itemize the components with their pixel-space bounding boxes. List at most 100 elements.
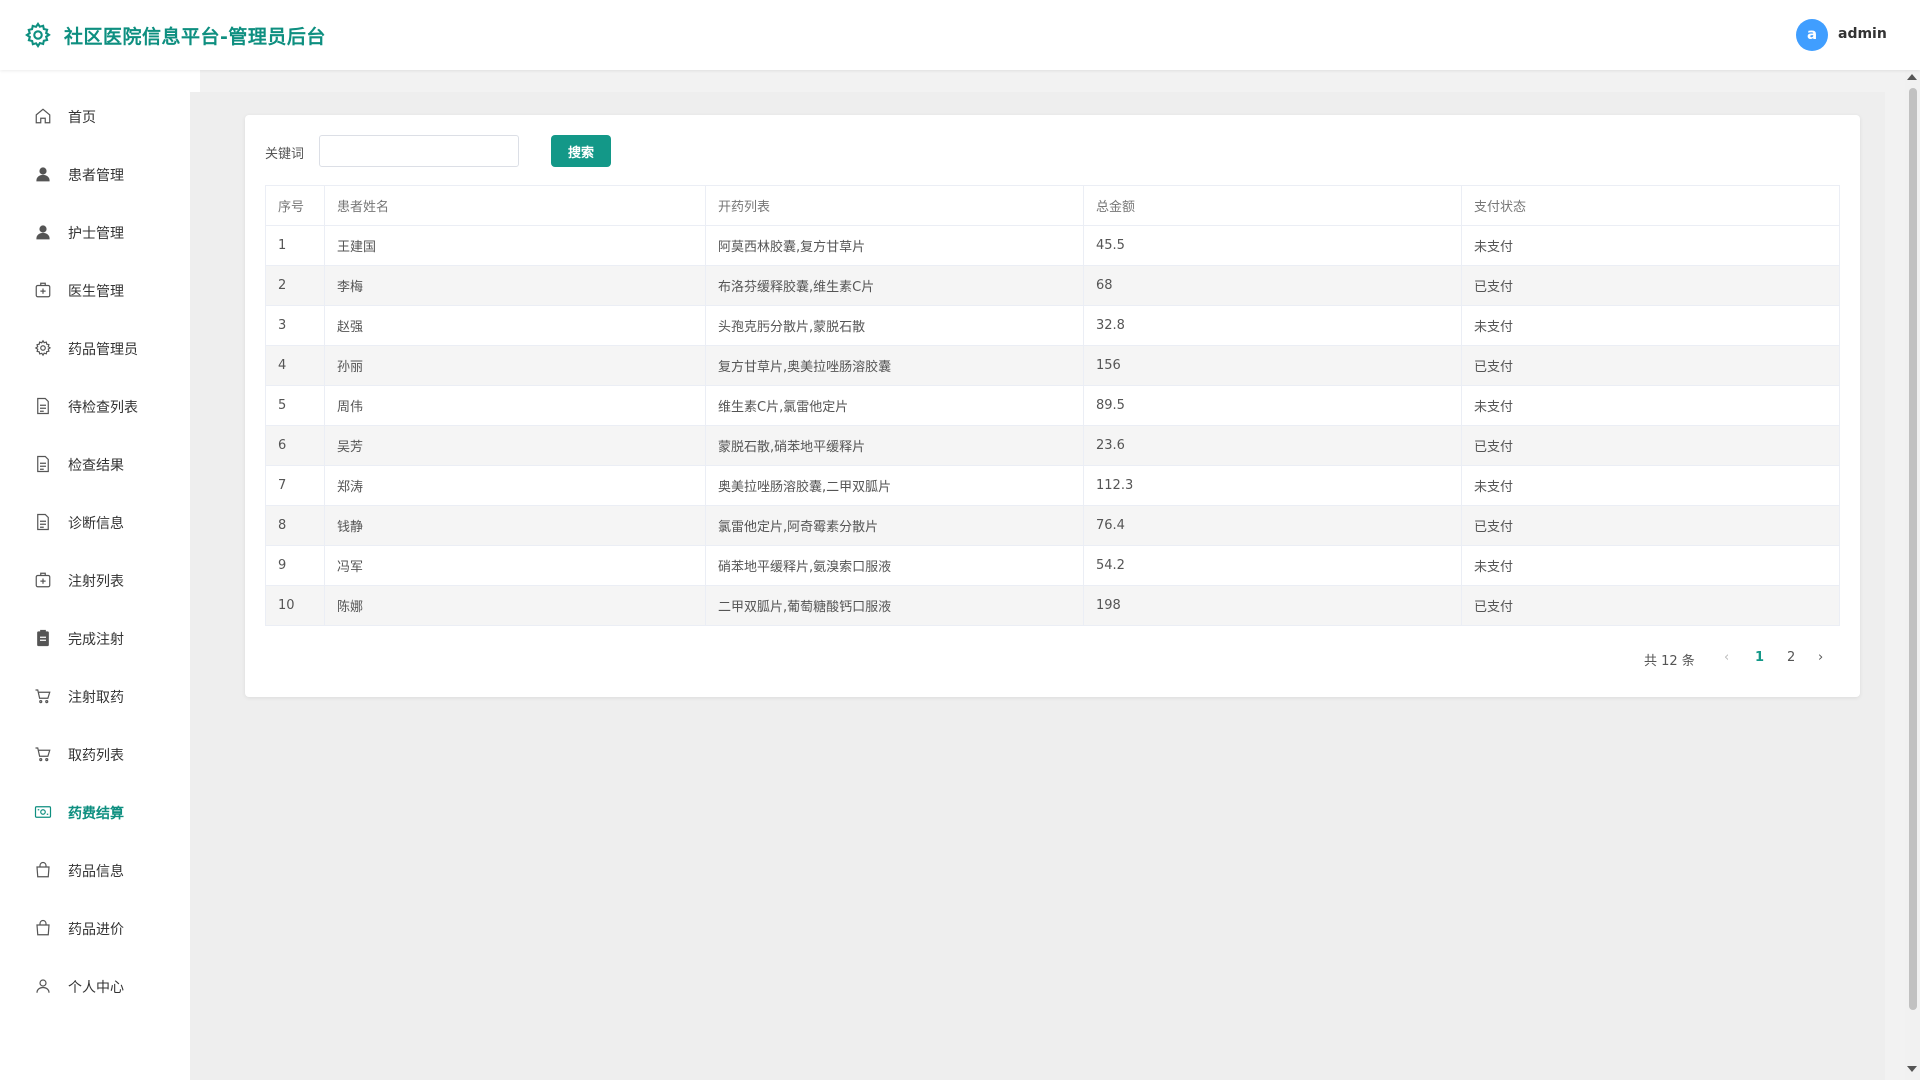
sidebar-item-8[interactable]: 诊断信息 bbox=[0, 502, 200, 542]
scroll-up-arrow-icon[interactable] bbox=[1907, 74, 1917, 80]
table-cell: 未支付 bbox=[1461, 545, 1840, 586]
table-cell: 王建国 bbox=[324, 225, 706, 266]
table-cell: 54.2 bbox=[1083, 545, 1462, 586]
table-row[interactable]: 2 李梅 布洛芬缓释胶囊,维生素C片 68 已支付 bbox=[265, 265, 1840, 306]
sidebar-item-label: 注射取药 bbox=[68, 690, 124, 706]
column-header-index: 序号 bbox=[265, 185, 325, 226]
document-icon bbox=[37, 397, 49, 415]
username-label[interactable]: admin bbox=[1838, 26, 1887, 42]
table-cell: 头孢克肟分散片,蒙脱石散 bbox=[705, 305, 1084, 346]
first-aid-kit-icon bbox=[35, 282, 51, 298]
column-header-prescriptions: 开药列表 bbox=[705, 185, 1084, 226]
user-filled-icon bbox=[36, 225, 50, 240]
sidebar-item-11[interactable]: 注射取药 bbox=[0, 676, 200, 716]
sidebar-item-2[interactable]: 患者管理 bbox=[0, 154, 200, 194]
table-cell: 5 bbox=[265, 385, 325, 426]
sidebar-item-15[interactable]: 药品进价 bbox=[0, 908, 200, 948]
table-cell: 已支付 bbox=[1461, 265, 1840, 306]
sidebar-item-label: 医生管理 bbox=[68, 284, 124, 300]
gear-icon bbox=[34, 339, 52, 357]
scrollbar-thumb[interactable] bbox=[1909, 88, 1917, 1010]
sidebar-item-label: 患者管理 bbox=[68, 168, 124, 184]
sidebar-item-label: 取药列表 bbox=[68, 748, 124, 764]
pagination-prev-icon[interactable]: ‹ bbox=[1724, 650, 1729, 665]
sidebar-item-label: 注射列表 bbox=[68, 574, 124, 590]
table-cell: 奥美拉唑肠溶胶囊,二甲双胍片 bbox=[705, 465, 1084, 506]
document-icon bbox=[37, 455, 49, 473]
table-cell: 已支付 bbox=[1461, 345, 1840, 386]
billing-table: 序号 患者姓名 开药列表 总金额 支付状态 1 王建国 阿莫西林胶囊,复方甘草片 45… bbox=[265, 185, 1840, 626]
table-cell: 未支付 bbox=[1461, 385, 1840, 426]
table-cell: 89.5 bbox=[1083, 385, 1462, 426]
table-cell: 198 bbox=[1083, 585, 1462, 626]
sidebar-item-5[interactable]: 药品管理员 bbox=[0, 328, 200, 368]
column-header-patient: 患者姓名 bbox=[324, 185, 706, 226]
table-row[interactable]: 3 赵强 头孢克肟分散片,蒙脱石散 32.8 未支付 bbox=[265, 305, 1840, 346]
bag-icon bbox=[36, 861, 50, 878]
sidebar-item-13[interactable]: 药费结算 bbox=[0, 792, 200, 832]
sidebar-item-7[interactable]: 检查结果 bbox=[0, 444, 200, 484]
table-row[interactable]: 5 周伟 维生素C片,氯雷他定片 89.5 未支付 bbox=[265, 385, 1840, 426]
pagination-page-2[interactable]: 2 bbox=[1787, 650, 1795, 665]
column-header-payment-status: 支付状态 bbox=[1461, 185, 1840, 226]
sidebar-item-label: 诊断信息 bbox=[68, 516, 124, 532]
sidebar-item-1[interactable]: 首页 bbox=[0, 96, 200, 136]
table-row[interactable]: 1 王建国 阿莫西林胶囊,复方甘草片 45.5 未支付 bbox=[265, 225, 1840, 266]
sidebar-item-12[interactable]: 取药列表 bbox=[0, 734, 200, 774]
table-cell: 156 bbox=[1083, 345, 1462, 386]
sidebar-item-16[interactable]: 个人中心 bbox=[0, 966, 200, 1006]
table-cell: 2 bbox=[265, 265, 325, 306]
table-row[interactable]: 7 郑涛 奥美拉唑肠溶胶囊,二甲双胍片 112.3 未支付 bbox=[265, 465, 1840, 506]
sidebar-item-label: 待检查列表 bbox=[68, 400, 138, 416]
avatar[interactable]: a bbox=[1796, 19, 1828, 51]
table-row[interactable]: 10 陈娜 二甲双胍片,葡萄糖酸钙口服液 198 已支付 bbox=[265, 585, 1840, 626]
table-cell: 二甲双胍片,葡萄糖酸钙口服液 bbox=[705, 585, 1084, 626]
table-cell: 68 bbox=[1083, 265, 1462, 306]
table-cell: 32.8 bbox=[1083, 305, 1462, 346]
home-icon bbox=[35, 108, 51, 124]
table-cell: 23.6 bbox=[1083, 425, 1462, 466]
bag-icon bbox=[36, 919, 50, 936]
table-cell: 已支付 bbox=[1461, 585, 1840, 626]
table-cell: 阿莫西林胶囊,复方甘草片 bbox=[705, 225, 1084, 266]
sidebar-menu: 首页患者管理护士管理医生管理药品管理员待检查列表检查结果诊断信息注射列表完成注射… bbox=[0, 70, 200, 1080]
keyword-label: 关键词 bbox=[265, 147, 305, 162]
money-icon bbox=[34, 806, 52, 818]
app-title: 社区医院信息平台-管理员后台 bbox=[64, 26, 326, 48]
table-cell: 45.5 bbox=[1083, 225, 1462, 266]
table-cell: 未支付 bbox=[1461, 305, 1840, 346]
table-cell: 冯军 bbox=[324, 545, 706, 586]
table-cell: 陈娜 bbox=[324, 585, 706, 626]
gear-logo-icon bbox=[25, 22, 51, 49]
table-cell: 李梅 bbox=[324, 265, 706, 306]
table-row[interactable]: 9 冯军 硝苯地平缓释片,氨溴索口服液 54.2 未支付 bbox=[265, 545, 1840, 586]
table-cell: 7 bbox=[265, 465, 325, 506]
table-cell: 已支付 bbox=[1461, 425, 1840, 466]
table-row[interactable]: 6 吴芳 蒙脱石散,硝苯地平缓释片 23.6 已支付 bbox=[265, 425, 1840, 466]
sidebar-item-label: 药费结算 bbox=[68, 806, 124, 822]
sidebar-item-10[interactable]: 完成注射 bbox=[0, 618, 200, 658]
table-cell: 维生素C片,氯雷他定片 bbox=[705, 385, 1084, 426]
document-icon bbox=[37, 513, 49, 531]
scroll-down-arrow-icon[interactable] bbox=[1907, 1066, 1917, 1072]
table-cell: 1 bbox=[265, 225, 325, 266]
table-cell: 8 bbox=[265, 505, 325, 546]
pagination-total: 共 12 条 bbox=[1644, 654, 1695, 669]
sidebar-item-label: 药品进价 bbox=[68, 922, 124, 938]
keyword-input[interactable] bbox=[319, 135, 519, 167]
table-cell: 布洛芬缓释胶囊,维生素C片 bbox=[705, 265, 1084, 306]
table-cell: 钱静 bbox=[324, 505, 706, 546]
pagination-next-icon[interactable]: › bbox=[1818, 650, 1823, 665]
search-button[interactable]: 搜索 bbox=[551, 135, 611, 167]
sidebar-item-9[interactable]: 注射列表 bbox=[0, 560, 200, 600]
sidebar-item-3[interactable]: 护士管理 bbox=[0, 212, 200, 252]
sidebar-item-14[interactable]: 药品信息 bbox=[0, 850, 200, 890]
sidebar-item-label: 护士管理 bbox=[68, 226, 124, 242]
cart-icon bbox=[35, 747, 51, 762]
sidebar-item-6[interactable]: 待检查列表 bbox=[0, 386, 200, 426]
table-row[interactable]: 4 孙丽 复方甘草片,奥美拉唑肠溶胶囊 156 已支付 bbox=[265, 345, 1840, 386]
table-cell: 未支付 bbox=[1461, 465, 1840, 506]
sidebar-item-4[interactable]: 医生管理 bbox=[0, 270, 200, 310]
table-row[interactable]: 8 钱静 氯雷他定片,阿奇霉素分散片 76.4 已支付 bbox=[265, 505, 1840, 546]
pagination-page-1[interactable]: 1 bbox=[1755, 650, 1764, 665]
